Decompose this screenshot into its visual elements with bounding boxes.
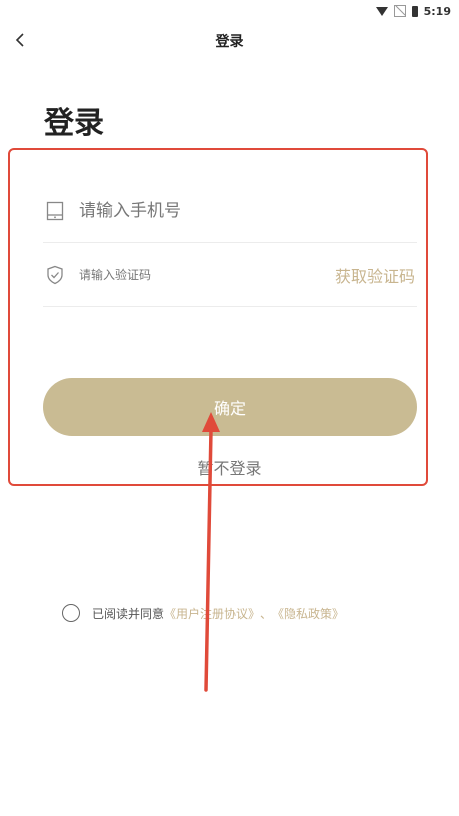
code-field: 获取验证码 (43, 244, 417, 307)
nav-title: 登录 (215, 34, 244, 50)
user-agreement-link[interactable]: 《用户注册协议》 (164, 605, 260, 622)
wifi-icon (375, 6, 388, 16)
phone-input[interactable] (77, 200, 301, 222)
status-bar: 5:19 (375, 0, 451, 22)
no-sim-icon (393, 5, 406, 17)
agreement-prefix: 已阅读并同意 (92, 606, 165, 621)
get-code-button[interactable]: 获取验证码 (335, 263, 417, 287)
confirm-button[interactable]: 确定 (43, 378, 417, 436)
privacy-policy-link[interactable]: 《隐私政策》 (272, 605, 344, 622)
page-title: 登录 (44, 106, 104, 141)
status-time: 5:19 (423, 4, 451, 18)
code-input[interactable] (77, 267, 301, 283)
agreement-separator: 、 (260, 606, 273, 621)
agreement-radio[interactable] (62, 604, 80, 622)
agreement-row: 已阅读并同意 《用户注册协议》 、 《隐私政策》 (62, 604, 344, 622)
skip-login-link[interactable]: 暂不登录 (0, 455, 459, 479)
shield-check-icon (45, 265, 65, 285)
battery-icon (411, 5, 418, 17)
phone-icon (45, 201, 65, 221)
nav-bar: 登录 (0, 26, 459, 54)
phone-field (43, 180, 417, 243)
